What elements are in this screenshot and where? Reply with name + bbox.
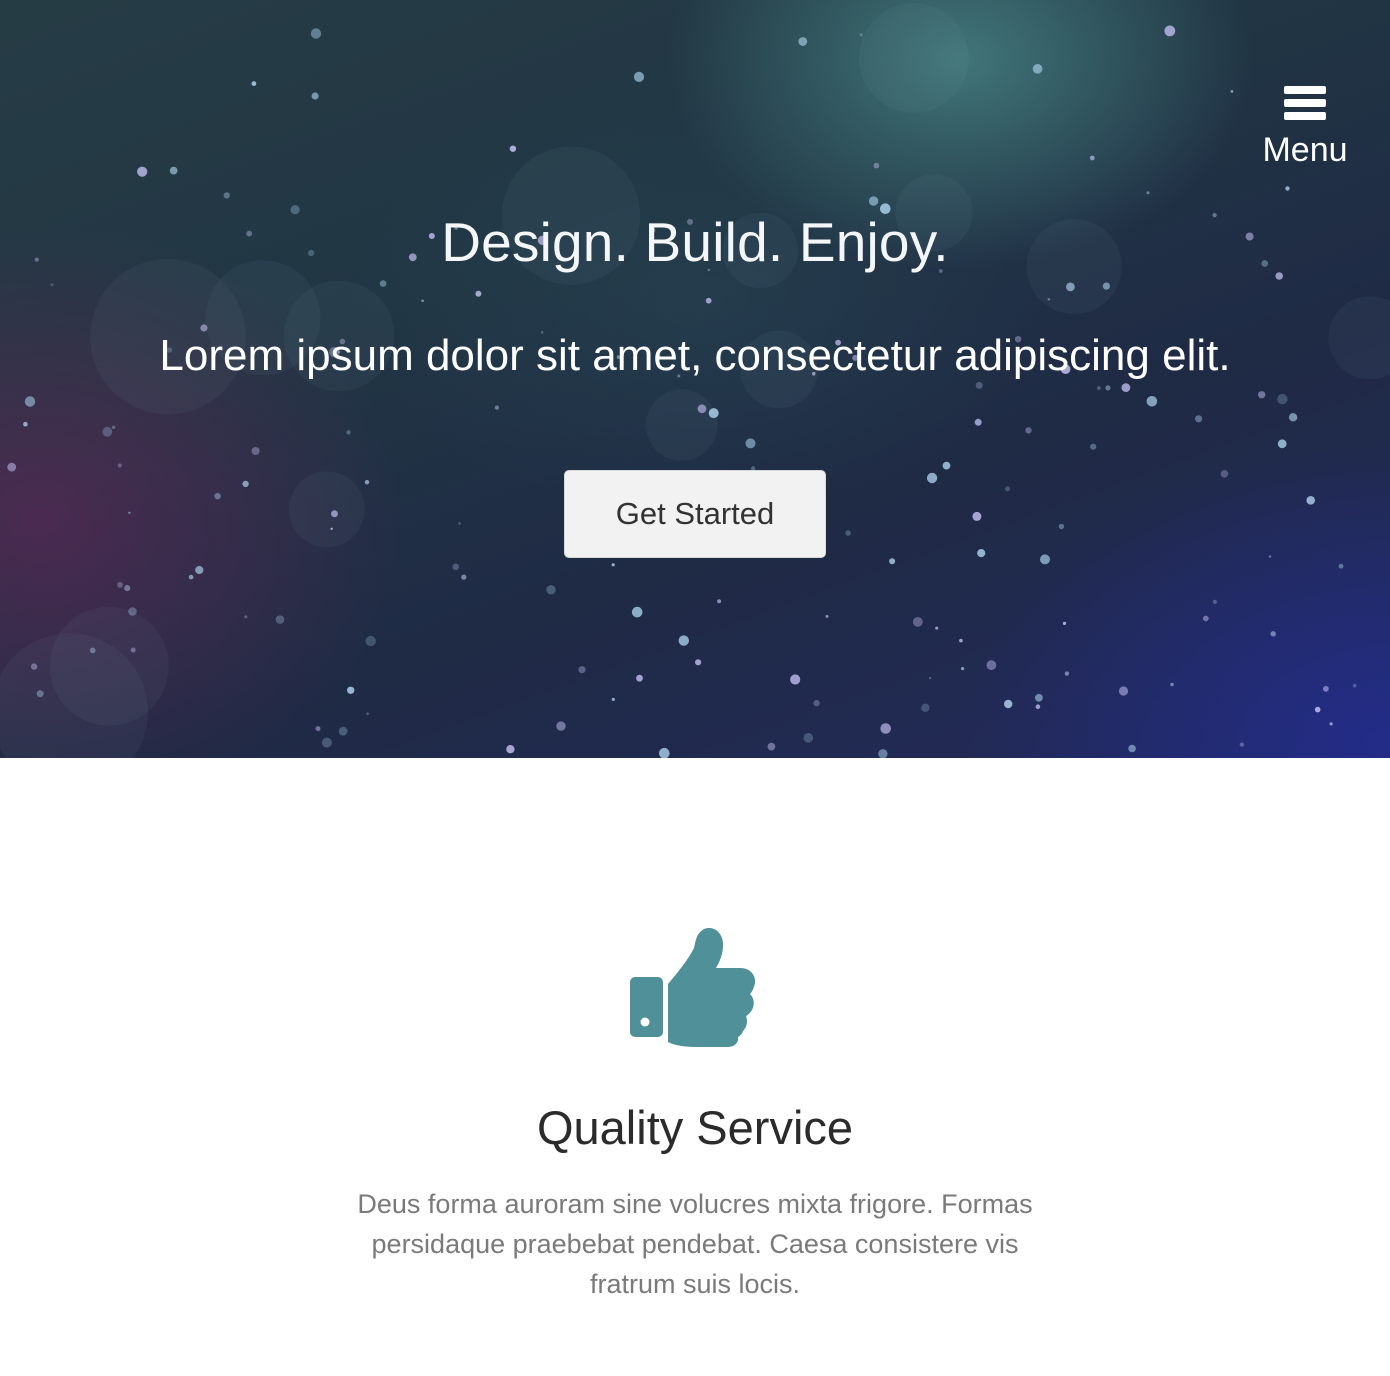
services-section: Quality Service Deus forma auroram sine …: [0, 758, 1390, 1376]
menu-button[interactable]: Menu: [1252, 82, 1358, 174]
service-description: Deus forma auroram sine volucres mixta f…: [357, 1189, 1033, 1299]
hero-title: Design. Build. Enjoy.: [441, 211, 949, 273]
hero-subtitle: Lorem ipsum dolor sit amet, consectetur …: [159, 331, 1231, 380]
service-title: Quality Service: [536, 1101, 854, 1154]
hero-section: Menu Design. Build. Enjoy. Lorem ipsum d…: [0, 0, 1390, 758]
hamburger-icon: [1284, 84, 1326, 122]
thumbs-up-icon: [626, 926, 758, 1050]
get-started-button[interactable]: Get Started: [564, 470, 826, 558]
menu-label: Menu: [1262, 131, 1348, 169]
